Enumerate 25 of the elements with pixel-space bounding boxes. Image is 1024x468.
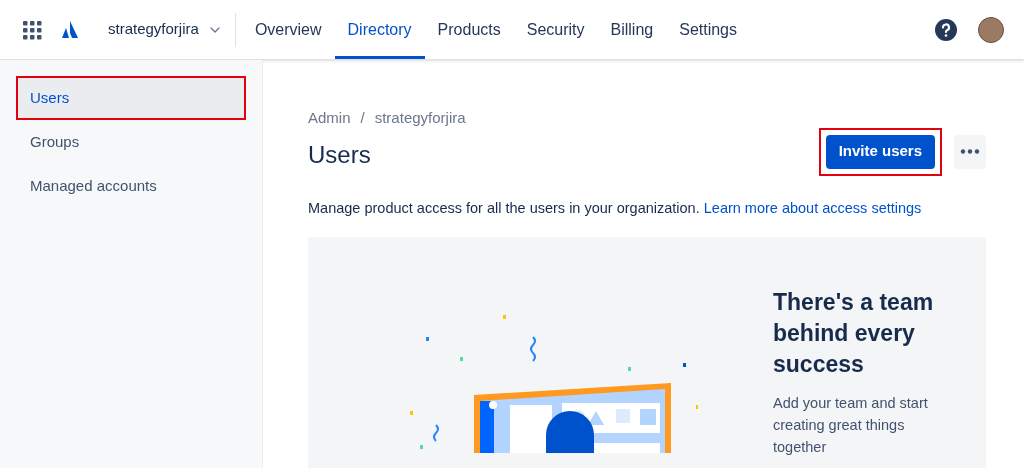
description: Manage product access for all the users in your organization. Learn more about access settings	[308, 198, 923, 218]
org-selector[interactable]: strategyforjira	[108, 12, 236, 47]
more-icon	[960, 149, 980, 154]
sidebar-item[interactable]: Users	[18, 78, 244, 118]
invite-users-button[interactable]: Invite users	[825, 134, 935, 169]
promo-text: Add your team and start creating great things together	[773, 394, 929, 458]
breadcrumb-separator: /	[360, 108, 365, 128]
help-icon[interactable]	[934, 17, 958, 42]
nav-tab[interactable]: Billing	[597, 0, 667, 59]
nav-tab[interactable]: Products	[424, 0, 514, 59]
logo-icon[interactable]	[60, 19, 80, 40]
promo-heading: There's a team behind every success	[773, 288, 935, 380]
breadcrumb-link[interactable]: strategyforjira	[374, 107, 466, 130]
nav-tab[interactable]: Overview	[241, 0, 335, 59]
learn-more-link[interactable]: Learn more about access settings	[703, 199, 922, 216]
nav-tab[interactable]: Security	[513, 0, 598, 59]
more-options-button[interactable]	[954, 134, 986, 169]
avatar[interactable]	[978, 16, 1004, 43]
app-switcher-icon[interactable]	[22, 19, 42, 40]
sidebar-item[interactable]: Groups	[18, 122, 244, 162]
nav-tab[interactable]: Directory	[334, 0, 425, 59]
sidebar-item[interactable]: Managed accounts	[18, 166, 244, 206]
breadcrumb-link[interactable]: Admin	[308, 107, 351, 130]
page-title: Users	[308, 139, 371, 170]
nav-tab[interactable]: Settings	[666, 0, 750, 59]
